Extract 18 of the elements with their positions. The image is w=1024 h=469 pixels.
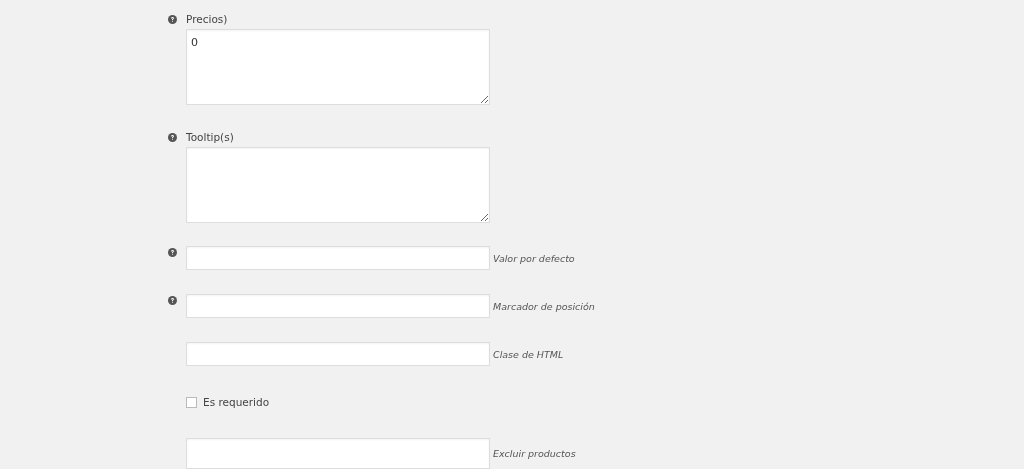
help-icon[interactable]: [168, 296, 177, 305]
text-area[interactable]: [186, 147, 490, 223]
field-description: Valor por defecto: [493, 251, 576, 266]
checkbox[interactable]: [186, 396, 197, 408]
text-area[interactable]: 0: [186, 29, 490, 105]
help-icon[interactable]: [168, 133, 177, 142]
field-description: Marcador de posición: [493, 299, 596, 314]
field-label: Tooltip(s): [186, 130, 235, 145]
help-icon[interactable]: [168, 248, 177, 257]
text-field[interactable]: [186, 438, 490, 469]
help-icon[interactable]: [168, 15, 177, 24]
checkbox-label: Es requerido: [203, 396, 270, 408]
field-label: Precios): [186, 12, 229, 27]
text-field[interactable]: [186, 294, 490, 318]
field-description: Excluir productos: [493, 447, 577, 461]
text-field[interactable]: [186, 342, 490, 366]
field-description: Clase de HTML: [493, 347, 565, 362]
text-field[interactable]: [186, 246, 490, 270]
